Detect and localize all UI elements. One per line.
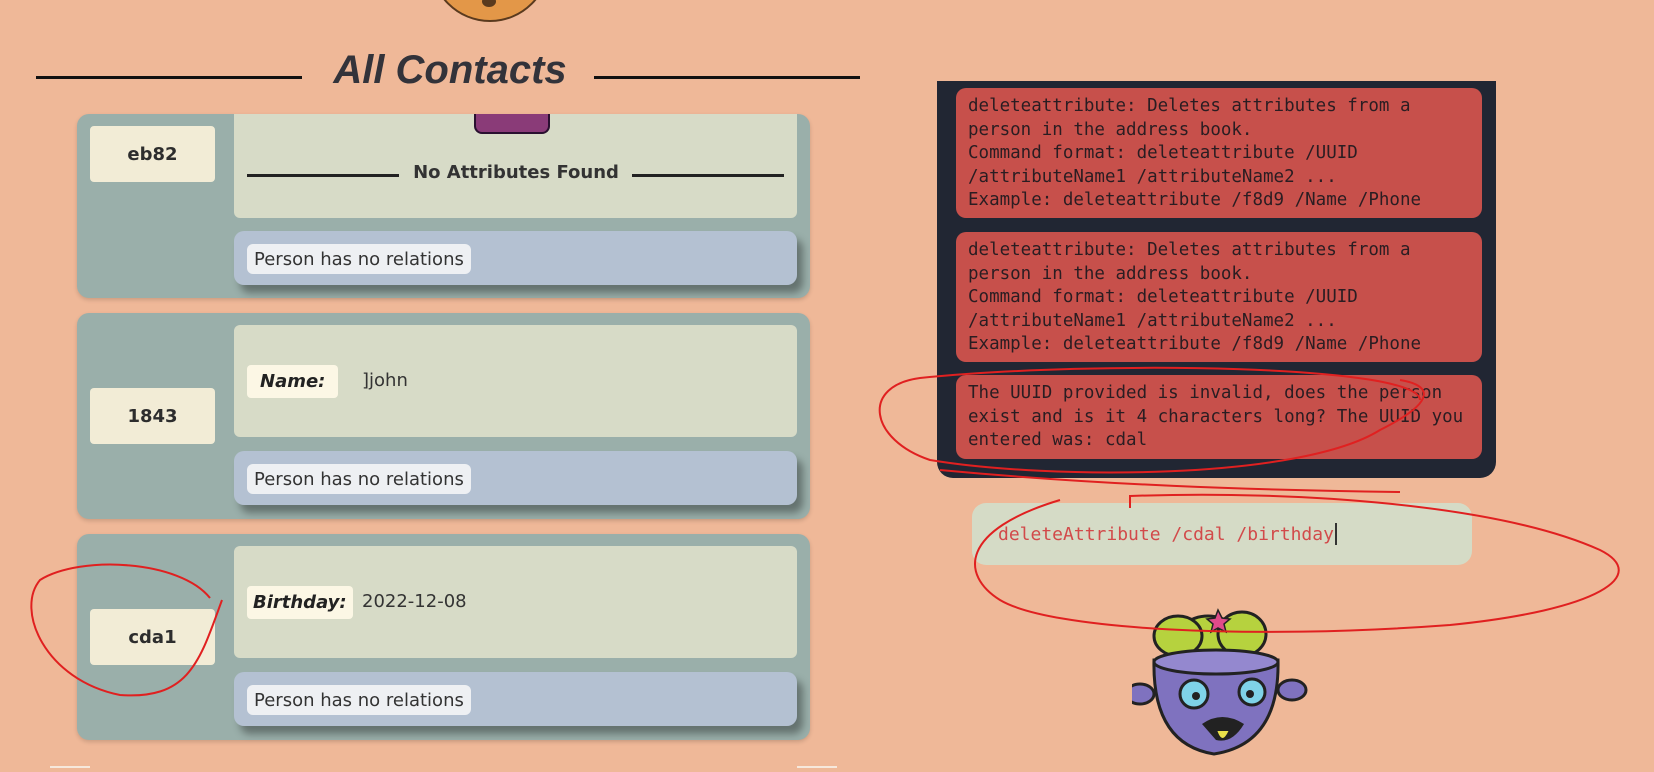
- relations-panel: Person has no relations: [234, 672, 797, 726]
- divider-line: [247, 174, 399, 177]
- contact-card[interactable]: eb82 No Attributes Found Person has no r…: [77, 114, 810, 298]
- text-caret: [1334, 523, 1337, 545]
- contact-uuid: eb82: [90, 126, 215, 182]
- attributes-panel: No Attributes Found: [234, 114, 797, 218]
- relations-panel: Person has no relations: [234, 451, 797, 505]
- command-input[interactable]: deleteAttribute /cdal /birthday: [972, 503, 1472, 565]
- mascot-avatar-icon: [474, 114, 550, 134]
- attribute-value: 2022-12-08: [362, 591, 467, 612]
- contact-uuid: 1843: [90, 388, 215, 444]
- relations-label: Person has no relations: [247, 685, 471, 715]
- result-message-error: The UUID provided is invalid, does the p…: [956, 375, 1482, 459]
- list-bottom-edge: [797, 766, 837, 768]
- header-line-left: [36, 76, 302, 79]
- page-title: All Contacts: [333, 48, 567, 92]
- contact-uuid: cda1: [90, 609, 215, 665]
- relations-label: Person has no relations: [247, 464, 471, 494]
- divider-line: [632, 174, 784, 177]
- attributes-panel: Name: ]john: [234, 325, 797, 437]
- result-message: deleteattribute: Deletes attributes from…: [956, 232, 1482, 362]
- relations-label: Person has no relations: [247, 244, 471, 274]
- cookie-icon: [430, 0, 550, 22]
- zombie-mascot-icon: [1132, 608, 1308, 756]
- list-bottom-edge: [50, 766, 90, 768]
- attributes-panel: Birthday: 2022-12-08: [234, 546, 797, 658]
- contact-card[interactable]: 1843 Name: ]john Person has no relations: [77, 313, 810, 519]
- relations-panel: Person has no relations: [234, 231, 797, 285]
- attribute-label: Name:: [247, 365, 339, 398]
- result-display[interactable]: deleteattribute: Deletes attributes from…: [937, 81, 1496, 478]
- result-message: deleteattribute: Deletes attributes from…: [956, 88, 1482, 218]
- command-text: deleteAttribute /cdal /birthday: [998, 523, 1334, 545]
- attribute-label: Birthday:: [247, 586, 353, 619]
- header-line-right: [594, 76, 860, 79]
- no-attributes-label: No Attributes Found: [413, 162, 619, 183]
- contact-card[interactable]: cda1 Birthday: 2022-12-08 Person has no …: [77, 534, 810, 740]
- attribute-value: ]john: [362, 370, 408, 391]
